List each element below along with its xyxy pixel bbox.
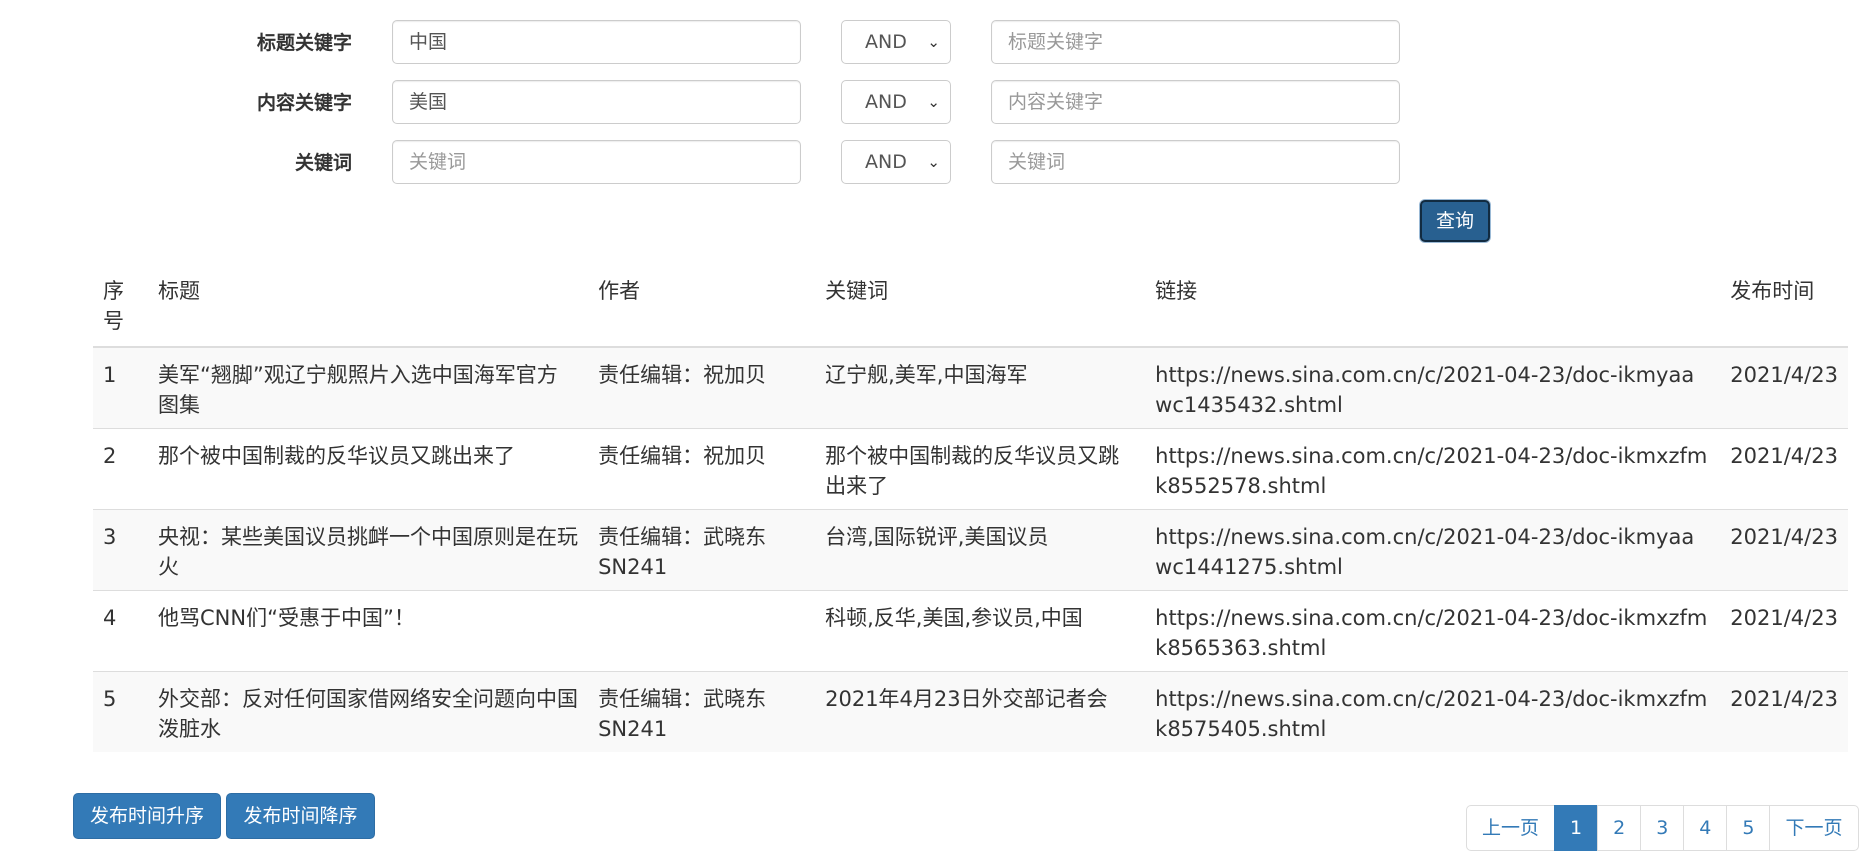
chevron-down-icon: ⌄ bbox=[927, 33, 940, 51]
cell-date: 2021/4/23 bbox=[1720, 590, 1848, 672]
content-keyword-label: 内容关键字 bbox=[256, 92, 352, 114]
title-operator-select[interactable]: AND ⌄ bbox=[841, 20, 951, 64]
header-title: 标题 bbox=[148, 268, 589, 348]
cell-index: 2 bbox=[93, 428, 148, 510]
keyword-input-1[interactable] bbox=[392, 140, 801, 184]
sort-asc-button[interactable]: 发布时间升序 bbox=[73, 793, 221, 839]
pagination: 上一页 1 2 3 4 5 下一页 bbox=[1466, 805, 1859, 851]
content-operator-value: AND bbox=[865, 91, 907, 113]
cell-date: 2021/4/23 bbox=[1720, 346, 1848, 429]
table-row: 5 外交部：反对任何国家借网络安全问题向中国泼脏水 责任编辑：武晓东 SN241… bbox=[93, 671, 1848, 752]
cell-link: https://news.sina.com.cn/c/2021-04-23/do… bbox=[1145, 428, 1721, 510]
page-link-4[interactable]: 4 bbox=[1683, 805, 1728, 851]
cell-title: 那个被中国制裁的反华议员又跳出来了 bbox=[148, 428, 589, 510]
page-link-3[interactable]: 3 bbox=[1640, 805, 1685, 851]
cell-title: 外交部：反对任何国家借网络安全问题向中国泼脏水 bbox=[148, 671, 589, 752]
cell-link: https://news.sina.com.cn/c/2021-04-23/do… bbox=[1145, 346, 1721, 429]
cell-author: 责任编辑：祝加贝 bbox=[588, 346, 816, 429]
header-keywords: 关键词 bbox=[815, 268, 1146, 348]
cell-keywords: 台湾,国际锐评,美国议员 bbox=[815, 509, 1146, 591]
table-row: 4 他骂CNN们“受惠于中国”！ 科顿,反华,美国,参议员,中国 https:/… bbox=[93, 590, 1848, 672]
cell-index: 4 bbox=[93, 590, 148, 672]
chevron-down-icon: ⌄ bbox=[927, 93, 940, 111]
keyword-input-2[interactable] bbox=[991, 140, 1400, 184]
cell-link: https://news.sina.com.cn/c/2021-04-23/do… bbox=[1145, 671, 1721, 752]
title-keyword-input-2[interactable] bbox=[991, 20, 1400, 64]
cell-date: 2021/4/23 bbox=[1720, 428, 1848, 510]
cell-author: 责任编辑：祝加贝 bbox=[588, 428, 816, 510]
header-author: 作者 bbox=[588, 268, 816, 348]
cell-title: 他骂CNN们“受惠于中国”！ bbox=[148, 590, 589, 672]
cell-index: 1 bbox=[93, 346, 148, 429]
page-link-5[interactable]: 5 bbox=[1726, 805, 1771, 851]
cell-author: 责任编辑：武晓东 SN241 bbox=[588, 671, 816, 752]
title-keyword-label: 标题关键字 bbox=[256, 32, 352, 54]
cell-link: https://news.sina.com.cn/c/2021-04-23/do… bbox=[1145, 590, 1721, 672]
next-page-link[interactable]: 下一页 bbox=[1769, 805, 1859, 851]
cell-date: 2021/4/23 bbox=[1720, 671, 1848, 752]
title-operator-value: AND bbox=[865, 31, 907, 53]
keyword-operator-select[interactable]: AND ⌄ bbox=[841, 140, 951, 184]
cell-title: 央视：某些美国议员挑衅一个中国原则是在玩火 bbox=[148, 509, 589, 591]
cell-keywords: 那个被中国制裁的反华议员又跳出来了 bbox=[815, 428, 1146, 510]
sort-desc-button[interactable]: 发布时间降序 bbox=[226, 793, 375, 839]
header-link: 链接 bbox=[1145, 268, 1721, 348]
header-index: 序号 bbox=[93, 268, 148, 348]
table-row: 1 美军“翘脚”观辽宁舰照片入选中国海军官方图集 责任编辑：祝加贝 辽宁舰,美军… bbox=[93, 346, 1848, 429]
header-date: 发布时间 bbox=[1720, 268, 1848, 348]
content-keyword-input-1[interactable] bbox=[392, 80, 801, 124]
page-link-2[interactable]: 2 bbox=[1597, 805, 1642, 851]
keyword-label: 关键词 bbox=[294, 152, 352, 174]
prev-page-link[interactable]: 上一页 bbox=[1466, 805, 1556, 851]
table-header-row: 序号 标题 作者 关键词 链接 发布时间 bbox=[93, 268, 1848, 348]
cell-author: 责任编辑：武晓东 SN241 bbox=[588, 509, 816, 591]
title-keyword-input-1[interactable] bbox=[392, 20, 801, 64]
content-operator-select[interactable]: AND ⌄ bbox=[841, 80, 951, 124]
cell-date: 2021/4/23 bbox=[1720, 509, 1848, 591]
chevron-down-icon: ⌄ bbox=[927, 153, 940, 171]
table-row: 3 央视：某些美国议员挑衅一个中国原则是在玩火 责任编辑：武晓东 SN241 台… bbox=[93, 509, 1848, 591]
cell-keywords: 科顿,反华,美国,参议员,中国 bbox=[815, 590, 1146, 672]
cell-title: 美军“翘脚”观辽宁舰照片入选中国海军官方图集 bbox=[148, 346, 589, 429]
cell-author bbox=[588, 590, 816, 672]
content-keyword-input-2[interactable] bbox=[991, 80, 1400, 124]
cell-keywords: 2021年4月23日外交部记者会 bbox=[815, 671, 1146, 752]
cell-keywords: 辽宁舰,美军,中国海军 bbox=[815, 346, 1146, 429]
cell-link: https://news.sina.com.cn/c/2021-04-23/do… bbox=[1145, 509, 1721, 591]
results-table: 序号 标题 作者 关键词 链接 发布时间 1 美军“翘脚”观辽宁舰照片入选中国海… bbox=[93, 268, 1848, 752]
page-link-1[interactable]: 1 bbox=[1554, 805, 1599, 851]
keyword-operator-value: AND bbox=[865, 151, 907, 173]
query-button[interactable]: 查询 bbox=[1420, 200, 1490, 242]
cell-index: 3 bbox=[93, 509, 148, 591]
cell-index: 5 bbox=[93, 671, 148, 752]
table-row: 2 那个被中国制裁的反华议员又跳出来了 责任编辑：祝加贝 那个被中国制裁的反华议… bbox=[93, 428, 1848, 510]
